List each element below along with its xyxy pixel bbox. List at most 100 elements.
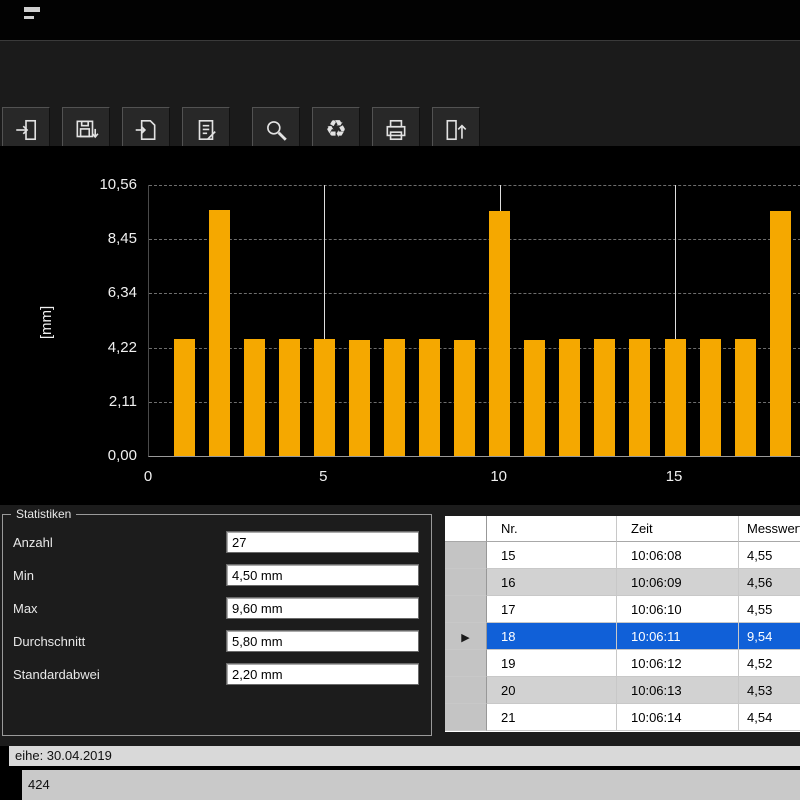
report-icon bbox=[193, 117, 219, 143]
stat-row: Max bbox=[3, 597, 431, 621]
y-axis-tick: 4,22 bbox=[55, 339, 137, 356]
chart-bar bbox=[559, 339, 580, 456]
row-selector-cell bbox=[445, 569, 487, 596]
series-date-text: eihe: 30.04.2019 bbox=[9, 746, 112, 766]
chart-bar bbox=[419, 339, 440, 456]
chart-bar bbox=[454, 340, 475, 456]
cell-zeit: 10:06:14 bbox=[617, 704, 739, 731]
cell-messwert: 4,55 bbox=[739, 596, 800, 623]
chart-plot-area bbox=[148, 185, 800, 457]
cell-messwert: 4,56 bbox=[739, 569, 800, 596]
window-title-fragment bbox=[24, 7, 40, 12]
table-row[interactable]: 1910:06:124,52 bbox=[445, 650, 800, 677]
y-axis-tick: 0,00 bbox=[55, 447, 137, 464]
stat-row: Anzahl bbox=[3, 531, 431, 555]
chart-bar bbox=[174, 339, 195, 456]
stat-row: Min bbox=[3, 564, 431, 588]
y-axis-tick: 10,56 bbox=[55, 176, 137, 193]
stat-label: Durchschnitt bbox=[13, 630, 85, 654]
cell-nr: 16 bbox=[487, 569, 617, 596]
chart-bar bbox=[244, 339, 265, 456]
stat-row: Durchschnitt bbox=[3, 630, 431, 654]
column-header[interactable]: Zeit bbox=[617, 516, 739, 542]
gridline-horizontal bbox=[149, 185, 800, 186]
stat-standardabwei-input[interactable] bbox=[226, 663, 419, 685]
row-selector-cell bbox=[445, 704, 487, 731]
column-header[interactable]: Messwert bbox=[739, 516, 800, 542]
table-row[interactable]: ▶ 1810:06:119,54 bbox=[445, 623, 800, 650]
stat-min-input[interactable] bbox=[226, 564, 419, 586]
row-selector-cell bbox=[445, 542, 487, 569]
row-selector-cell bbox=[445, 596, 487, 623]
table-row[interactable]: 1710:06:104,55 bbox=[445, 596, 800, 623]
chart-bar bbox=[735, 339, 756, 456]
cell-nr: 15 bbox=[487, 542, 617, 569]
cell-zeit: 10:06:11 bbox=[617, 623, 739, 650]
statusbar-chip bbox=[0, 770, 22, 800]
chart-bar bbox=[209, 210, 230, 456]
current-row-arrow-icon: ▶ bbox=[461, 632, 469, 644]
statusbar-counter: 424 bbox=[22, 770, 50, 800]
cell-zeit: 10:06:12 bbox=[617, 650, 739, 677]
stat-label: Standardabwei bbox=[13, 663, 100, 687]
gridline-horizontal bbox=[149, 293, 800, 294]
cell-messwert: 4,53 bbox=[739, 677, 800, 704]
table-row[interactable]: 2010:06:134,53 bbox=[445, 677, 800, 704]
chart-bar bbox=[349, 340, 370, 457]
stat-label: Min bbox=[13, 564, 34, 588]
open-icon bbox=[13, 117, 39, 143]
statusbar-series: eihe: 30.04.2019 bbox=[0, 746, 800, 766]
export-icon bbox=[133, 117, 159, 143]
stat-label: Max bbox=[13, 597, 38, 621]
statusbar-chip bbox=[0, 746, 9, 766]
chart-bar bbox=[314, 339, 335, 456]
y-axis-tick: 2,11 bbox=[55, 393, 137, 410]
row-selector-header bbox=[445, 516, 487, 542]
chart-y-axis-label: [mm] bbox=[38, 306, 55, 339]
chart-bar bbox=[594, 339, 615, 456]
cell-nr: 18 bbox=[487, 623, 617, 650]
stat-row: Standardabwei bbox=[3, 663, 431, 687]
table-row[interactable]: 1610:06:094,56 bbox=[445, 569, 800, 596]
table-row[interactable]: 2110:06:144,54 bbox=[445, 704, 800, 731]
titlebar bbox=[0, 0, 800, 40]
x-axis-tick: 0 bbox=[128, 468, 168, 485]
x-axis-tick: 15 bbox=[654, 468, 694, 485]
measurement-table: Nr.ZeitMesswert1510:06:084,551610:06:094… bbox=[445, 516, 800, 732]
chart: [mm] 0,002,114,226,348,4510,56051015 bbox=[0, 146, 800, 505]
column-header[interactable]: Nr. bbox=[487, 516, 617, 542]
stat-max-input[interactable] bbox=[226, 597, 419, 619]
chart-bar bbox=[524, 340, 545, 457]
stat-anzahl-input[interactable] bbox=[226, 531, 419, 553]
y-axis-tick: 6,34 bbox=[55, 284, 137, 301]
cell-zeit: 10:06:09 bbox=[617, 569, 739, 596]
y-axis-tick: 8,45 bbox=[55, 230, 137, 247]
cell-nr: 21 bbox=[487, 704, 617, 731]
cell-nr: 19 bbox=[487, 650, 617, 677]
cell-zeit: 10:06:10 bbox=[617, 596, 739, 623]
stat-label: Anzahl bbox=[13, 531, 53, 555]
stat-durchschnitt-input[interactable] bbox=[226, 630, 419, 652]
window-title-fragment bbox=[24, 16, 34, 19]
app-window: ♻ DATEN GRAFIK [mm] 0,002,114,226,348,45… bbox=[0, 0, 800, 800]
chart-bar bbox=[384, 339, 405, 456]
row-selector-cell bbox=[445, 650, 487, 677]
statusbar-bottom: 424 bbox=[0, 770, 800, 800]
zoom-icon bbox=[263, 117, 289, 143]
x-axis-tick: 5 bbox=[303, 468, 343, 485]
cell-zeit: 10:06:08 bbox=[617, 542, 739, 569]
cell-messwert: 4,52 bbox=[739, 650, 800, 677]
cell-messwert: 4,54 bbox=[739, 704, 800, 731]
table-header-row: Nr.ZeitMesswert bbox=[445, 516, 800, 542]
gridline-horizontal bbox=[149, 239, 800, 240]
cell-messwert: 9,54 bbox=[739, 623, 800, 650]
exit-icon bbox=[443, 117, 469, 143]
bottom-panel: Statistiken AnzahlMinMaxDurchschnittStan… bbox=[0, 505, 800, 746]
save-icon bbox=[73, 117, 99, 143]
row-selector-cell: ▶ bbox=[445, 623, 487, 650]
chart-bar bbox=[279, 339, 300, 456]
print-icon bbox=[383, 117, 409, 143]
statistics-panel: Statistiken AnzahlMinMaxDurchschnittStan… bbox=[2, 514, 432, 736]
table-row[interactable]: 1510:06:084,55 bbox=[445, 542, 800, 569]
cell-zeit: 10:06:13 bbox=[617, 677, 739, 704]
